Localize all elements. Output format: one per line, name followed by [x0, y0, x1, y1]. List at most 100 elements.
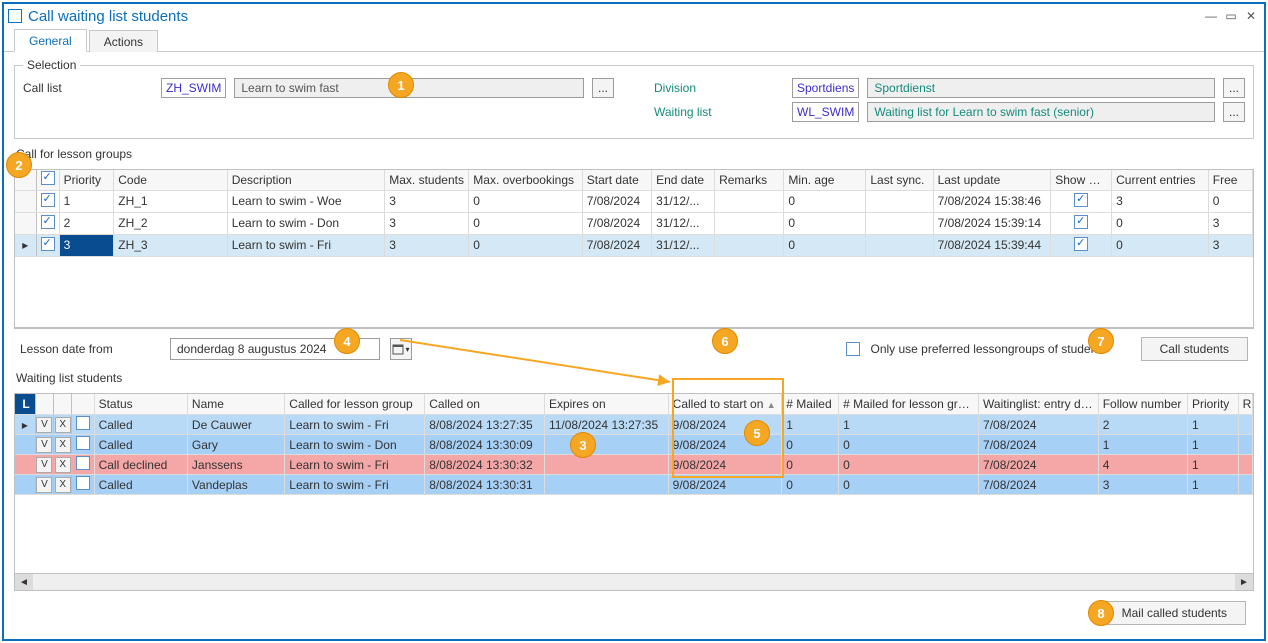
table-row[interactable]: ▸3ZH_3Learn to swim - Fri307/08/202431/1…: [15, 234, 1253, 256]
col-follow[interactable]: Follow number: [1098, 394, 1187, 415]
lesson-groups-table[interactable]: Priority Code Description Max. students …: [15, 170, 1253, 257]
col-last-update[interactable]: Last update: [933, 170, 1051, 190]
tab-strip: General Actions: [4, 28, 1264, 52]
call-list-lookup-button[interactable]: ...: [592, 78, 614, 98]
call-list-code[interactable]: ZH_SWIM: [161, 78, 226, 98]
row-checkbox[interactable]: [76, 456, 90, 470]
title-bar: Call waiting list students — ▭ ✕: [4, 4, 1264, 28]
col-called-to-start-on[interactable]: Called to start on ▲: [668, 394, 782, 415]
tab-general[interactable]: General: [14, 29, 87, 52]
row-x-button[interactable]: X: [55, 477, 71, 493]
col-mailed-for[interactable]: # Mailed for lesson group: [839, 394, 979, 415]
label-division: Division: [654, 81, 784, 95]
col-description[interactable]: Description: [227, 170, 385, 190]
col-r[interactable]: R: [1238, 394, 1252, 415]
selection-fieldset: Selection Call list ZH_SWIM Learn to swi…: [14, 58, 1254, 139]
row-v-button[interactable]: V: [36, 417, 52, 433]
table-row[interactable]: VXCall declinedJanssensLearn to swim - F…: [15, 455, 1253, 475]
division-desc[interactable]: Sportdienst: [867, 78, 1215, 98]
division-code[interactable]: Sportdiens: [792, 78, 859, 98]
sort-up-icon: ▲: [767, 400, 776, 410]
label-lesson-groups: Call for lesson groups: [16, 147, 1254, 161]
label-lesson-date-from: Lesson date from: [20, 342, 160, 356]
show-on-website-checkbox[interactable]: [1074, 215, 1088, 229]
calendar-button[interactable]: ▾: [390, 338, 412, 360]
annotation-6: 6: [712, 328, 738, 354]
row-x-button[interactable]: X: [55, 417, 71, 433]
row-checkbox[interactable]: [41, 215, 55, 229]
col-mailed[interactable]: # Mailed: [782, 394, 839, 415]
checkbox-only-preferred[interactable]: [846, 342, 860, 356]
waiting-students-table[interactable]: L Status Name Called for lesson group Ca…: [15, 394, 1253, 495]
col-start-date[interactable]: Start date: [582, 170, 651, 190]
col-max-students[interactable]: Max. students: [385, 170, 469, 190]
col-v[interactable]: [35, 394, 53, 415]
table-row[interactable]: ▸VXCalledDe CauwerLearn to swim - Fri8/0…: [15, 415, 1253, 435]
row-checkbox[interactable]: [41, 193, 55, 207]
col-check[interactable]: [36, 170, 59, 190]
col-expires-on[interactable]: Expires on: [544, 394, 668, 415]
col-priority[interactable]: Priority: [1187, 394, 1238, 415]
annotation-2: 2: [6, 152, 32, 178]
row-v-button[interactable]: V: [36, 457, 52, 473]
col-max-overbookings[interactable]: Max. overbookings: [469, 170, 582, 190]
table-row[interactable]: VXCalledVandeplasLearn to swim - Fri8/08…: [15, 475, 1253, 495]
row-x-button[interactable]: X: [55, 437, 71, 453]
table-row[interactable]: VXCalledGaryLearn to swim - Don8/08/2024…: [15, 435, 1253, 455]
annotation-8: 8: [1088, 600, 1114, 626]
tab-actions[interactable]: Actions: [89, 30, 158, 52]
annotation-5: 5: [744, 420, 770, 446]
show-on-website-checkbox[interactable]: [1074, 193, 1088, 207]
col-min-age[interactable]: Min. age: [784, 170, 866, 190]
row-checkbox[interactable]: [41, 237, 55, 251]
division-lookup-button[interactable]: ...: [1223, 78, 1245, 98]
table-row[interactable]: 1ZH_1Learn to swim - Woe307/08/202431/12…: [15, 190, 1253, 212]
waiting-scrollbar[interactable]: ◄►: [15, 573, 1253, 590]
app-icon: [8, 9, 22, 23]
row-x-button[interactable]: X: [55, 457, 71, 473]
call-students-button[interactable]: Call students: [1141, 337, 1248, 361]
col-called-on[interactable]: Called on: [425, 394, 545, 415]
minimize-button[interactable]: —: [1202, 8, 1220, 24]
col-end-date[interactable]: End date: [652, 170, 715, 190]
col-priority[interactable]: Priority: [59, 170, 114, 190]
col-chk[interactable]: [72, 394, 94, 415]
col-l-badge[interactable]: L: [15, 394, 35, 415]
col-last-sync[interactable]: Last sync.: [866, 170, 933, 190]
lesson-groups-scrollbar[interactable]: ◄►: [15, 327, 1253, 330]
close-button[interactable]: ✕: [1242, 8, 1260, 24]
col-entry-date[interactable]: Waitinglist: entry date: [979, 394, 1099, 415]
col-free[interactable]: Free: [1208, 170, 1252, 190]
selection-legend: Selection: [23, 58, 80, 72]
label-call-list: Call list: [23, 81, 153, 95]
col-code[interactable]: Code: [114, 170, 227, 190]
annotation-7: 7: [1088, 328, 1114, 354]
maximize-button[interactable]: ▭: [1222, 8, 1240, 24]
show-on-website-checkbox[interactable]: [1074, 237, 1088, 251]
mail-called-students-button[interactable]: Mail called students: [1103, 601, 1246, 625]
waiting-list-lookup-button[interactable]: ...: [1223, 102, 1245, 122]
row-checkbox[interactable]: [76, 416, 90, 430]
row-checkbox[interactable]: [76, 436, 90, 450]
col-x[interactable]: [54, 394, 72, 415]
col-remarks[interactable]: Remarks: [715, 170, 784, 190]
table-row[interactable]: 2ZH_2Learn to swim - Don307/08/202431/12…: [15, 212, 1253, 234]
annotation-4: 4: [334, 328, 360, 354]
col-name[interactable]: Name: [187, 394, 284, 415]
calendar-icon: [392, 343, 404, 355]
waiting-list-code[interactable]: WL_SWIM: [792, 102, 859, 122]
row-v-button[interactable]: V: [36, 477, 52, 493]
col-called-for[interactable]: Called for lesson group: [285, 394, 425, 415]
label-only-preferred: Only use preferred lessongroups of stude…: [870, 342, 1106, 356]
col-current-entries[interactable]: Current entries: [1112, 170, 1209, 190]
window-title: Call waiting list students: [28, 8, 188, 25]
label-waiting-students: Waiting list students: [16, 371, 1254, 385]
annotation-3: 3: [570, 432, 596, 458]
annotation-1: 1: [388, 72, 414, 98]
label-waiting-list: Waiting list: [654, 105, 784, 119]
row-v-button[interactable]: V: [36, 437, 52, 453]
col-status[interactable]: Status: [94, 394, 187, 415]
col-show-on-website[interactable]: Show on Website: [1051, 170, 1112, 190]
row-checkbox[interactable]: [76, 476, 90, 490]
waiting-list-desc[interactable]: Waiting list for Learn to swim fast (sen…: [867, 102, 1215, 122]
